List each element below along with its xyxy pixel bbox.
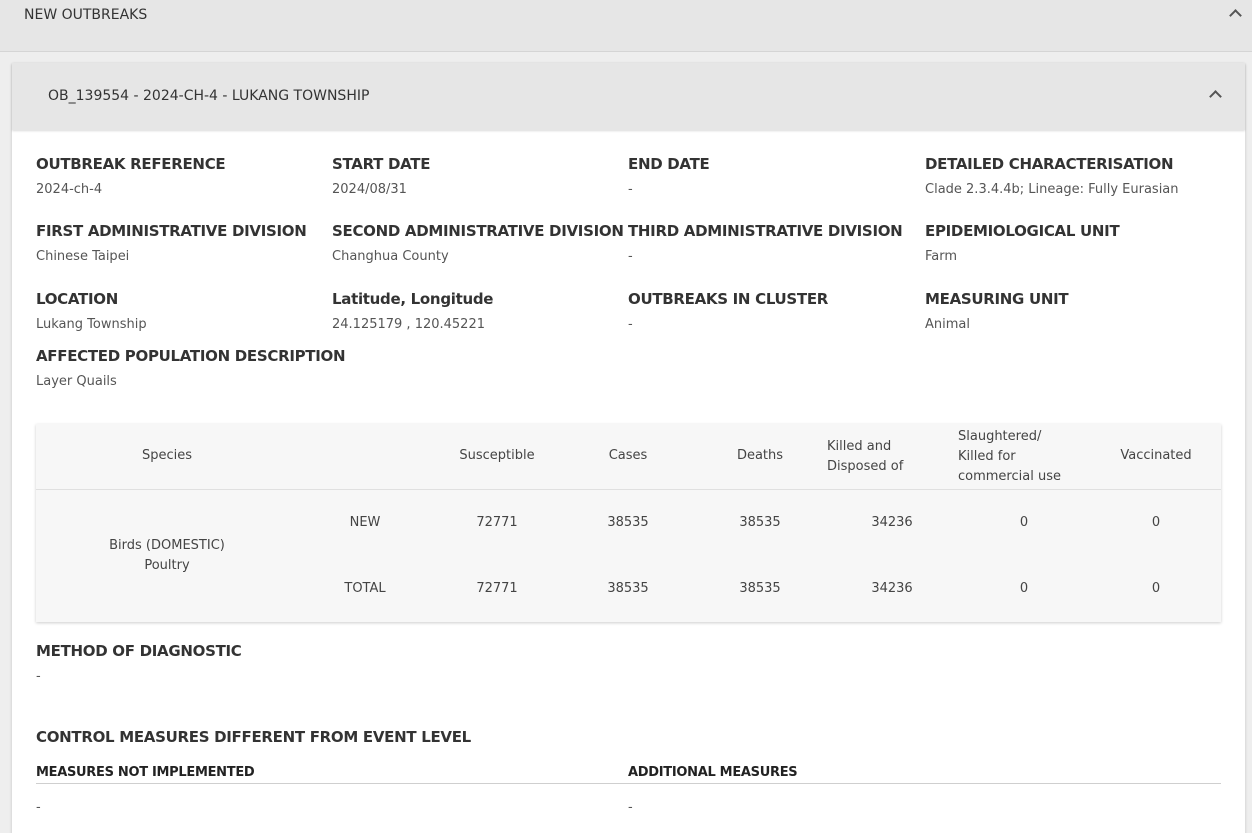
subsection-label: ADDITIONAL MEASURES	[628, 765, 798, 780]
field-method-of-diagnostic: METHOD OF DIAGNOSTIC -	[36, 642, 242, 684]
field-third-admin-division: THIRD ADMINISTRATIVE DIVISION -	[628, 222, 903, 264]
field-value: Layer Quails	[36, 374, 117, 389]
cell-slaughtered: 0	[1019, 581, 1029, 596]
field-label: METHOD OF DIAGNOSTIC	[36, 642, 242, 660]
field-value: -	[36, 800, 41, 815]
field-value: -	[628, 182, 633, 197]
species-cell: Birds (DOMESTIC) Poultry	[109, 536, 225, 576]
field-first-admin-division: FIRST ADMINISTRATIVE DIVISION Chinese Ta…	[36, 222, 307, 264]
cell-susceptible: 72771	[476, 515, 518, 530]
chevron-up-icon[interactable]	[1209, 90, 1222, 103]
field-label: MEASURING UNIT	[925, 290, 1069, 308]
measures-not-implemented: MEASURES NOT IMPLEMENTED	[36, 765, 255, 780]
section-title: CONTROL MEASURES DIFFERENT FROM EVENT LE…	[36, 728, 471, 746]
field-label: Latitude, Longitude	[332, 290, 494, 308]
field-label: FIRST ADMINISTRATIVE DIVISION	[36, 222, 307, 240]
cell-cases: 38535	[607, 515, 649, 530]
row-type-total: TOTAL	[344, 581, 386, 596]
col-header-killed-line: Killed and	[827, 439, 892, 454]
field-detailed-characterisation: DETAILED CHARACTERISATION Clade 2.3.4.4b…	[925, 155, 1179, 197]
cell-susceptible: 72771	[476, 581, 518, 596]
field-affected-population: AFFECTED POPULATION DESCRIPTION Layer Qu…	[36, 347, 346, 389]
field-value: -	[628, 249, 633, 264]
field-label: LOCATION	[36, 290, 118, 308]
field-label: DETAILED CHARACTERISATION	[925, 155, 1174, 173]
col-header-species: Species	[141, 448, 193, 463]
field-value: -	[628, 317, 633, 332]
field-value: Farm	[925, 249, 958, 264]
cell-cases: 38535	[607, 581, 649, 596]
field-value: 2024/08/31	[332, 182, 407, 197]
field-label: OUTBREAK REFERENCE	[36, 155, 226, 173]
field-label: START DATE	[332, 155, 431, 173]
field-value: Lukang Township	[36, 317, 147, 332]
field-label: EPIDEMIOLOGICAL UNIT	[925, 222, 1120, 240]
field-location: LOCATION Lukang Township	[36, 290, 147, 332]
field-value: Changhua County	[332, 249, 449, 264]
outbreak-panel-header[interactable]: OB_139554 - 2024-CH-4 - LUKANG TOWNSHIP	[12, 63, 1245, 130]
col-header-deaths: Deaths	[736, 448, 784, 463]
cell-killed: 34236	[871, 515, 913, 530]
measures-divider	[36, 783, 1221, 784]
field-value: -	[36, 669, 41, 684]
measures-not-implemented-value: -	[36, 800, 41, 815]
col-header-susceptible: Susceptible	[459, 448, 535, 463]
row-type-new: NEW	[349, 515, 381, 530]
field-label: END DATE	[628, 155, 710, 173]
col-header-slaughtered: Slaughtered/ Killed for commercial use	[958, 427, 1061, 487]
table-header-divider	[36, 489, 1221, 490]
field-value: Chinese Taipei	[36, 249, 130, 264]
outbreak-panel-title: OB_139554 - 2024-CH-4 - LUKANG TOWNSHIP	[48, 88, 370, 104]
field-label: SECOND ADMINISTRATIVE DIVISION	[332, 222, 624, 240]
field-start-date: START DATE 2024/08/31	[332, 155, 430, 197]
subsection-label: MEASURES NOT IMPLEMENTED	[36, 765, 255, 780]
species-category: Poultry	[144, 558, 190, 573]
field-lat-long: Latitude, Longitude 24.125179 , 120.4522…	[332, 290, 493, 332]
field-second-admin-division: SECOND ADMINISTRATIVE DIVISION Changhua …	[332, 222, 624, 264]
cell-vaccinated: 0	[1151, 581, 1161, 596]
field-value: 2024-ch-4	[36, 182, 103, 197]
cell-vaccinated: 0	[1151, 515, 1161, 530]
cell-deaths: 38535	[739, 581, 781, 596]
field-value: Animal	[925, 317, 970, 332]
field-value: Clade 2.3.4.4b; Lineage: Fully Eurasian	[925, 182, 1179, 197]
field-outbreaks-in-cluster: OUTBREAKS IN CLUSTER -	[628, 290, 828, 332]
additional-measures: ADDITIONAL MEASURES	[628, 765, 798, 780]
chevron-up-icon[interactable]	[1229, 9, 1242, 22]
field-value: -	[628, 800, 633, 815]
species-name: Birds (DOMESTIC)	[109, 538, 225, 553]
col-header-vaccinated: Vaccinated	[1120, 448, 1192, 463]
field-value: 24.125179 , 120.45221	[332, 317, 485, 332]
field-end-date: END DATE -	[628, 155, 710, 197]
cell-killed: 34236	[871, 581, 913, 596]
new-outbreaks-title: NEW OUTBREAKS	[24, 7, 148, 23]
field-label: AFFECTED POPULATION DESCRIPTION	[36, 347, 346, 365]
field-outbreak-reference: OUTBREAK REFERENCE 2024-ch-4	[36, 155, 226, 197]
col-header-slaughtered-line: commercial use	[958, 469, 1061, 484]
field-label: THIRD ADMINISTRATIVE DIVISION	[628, 222, 903, 240]
new-outbreaks-header[interactable]: NEW OUTBREAKS	[0, 0, 1252, 52]
col-header-slaughtered-line: Killed for	[958, 449, 1016, 464]
cell-deaths: 38535	[739, 515, 781, 530]
control-measures-heading: CONTROL MEASURES DIFFERENT FROM EVENT LE…	[36, 728, 471, 746]
col-header-slaughtered-line: Slaughtered/	[958, 429, 1042, 444]
field-measuring-unit: MEASURING UNIT Animal	[925, 290, 1069, 332]
field-label: OUTBREAKS IN CLUSTER	[628, 290, 829, 308]
col-header-cases: Cases	[608, 448, 648, 463]
col-header-killed: Killed and Disposed of	[827, 437, 903, 477]
species-table: Species Susceptible Cases Deaths Killed …	[36, 424, 1221, 622]
additional-measures-value: -	[628, 800, 633, 815]
field-epidemiological-unit: EPIDEMIOLOGICAL UNIT Farm	[925, 222, 1120, 264]
col-header-killed-line: Disposed of	[827, 459, 904, 474]
cell-slaughtered: 0	[1019, 515, 1029, 530]
